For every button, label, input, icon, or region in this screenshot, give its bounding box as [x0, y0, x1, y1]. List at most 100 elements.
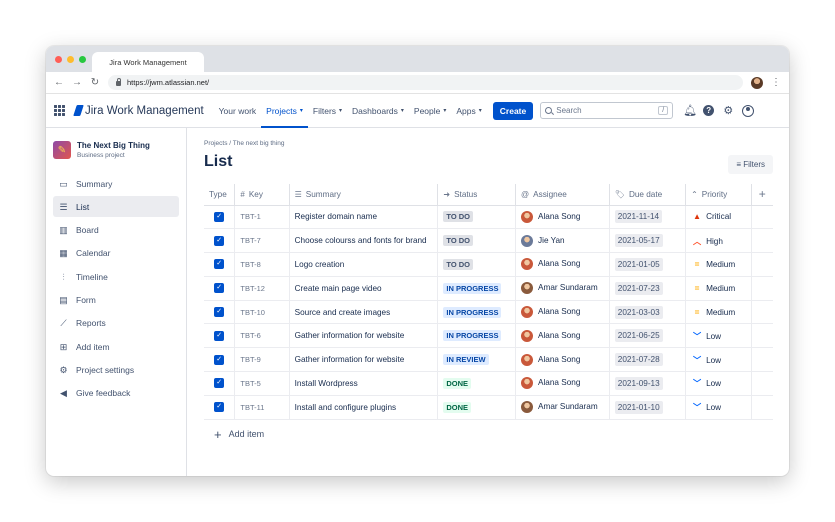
sidebar-item-add-item[interactable]: ⊞ Add item [53, 336, 179, 357]
create-button[interactable]: Create [492, 101, 534, 120]
issue-summary[interactable]: Create main page video [295, 284, 382, 293]
table-row[interactable]: ✓ TBT-5 Install Wordpress DONE Alana Song 202… [204, 371, 773, 396]
due-date[interactable]: 2021-09-13 [614, 376, 663, 390]
summary-cell[interactable]: Source and create images [289, 300, 439, 325]
nav-people[interactable]: People ▾ [409, 94, 451, 128]
priority-cell[interactable]: = Medium [685, 276, 752, 301]
due-date[interactable]: 2021-11-14 [614, 210, 663, 224]
due-date-cell[interactable]: 2021-09-13 [609, 371, 687, 396]
issue-key[interactable]: TBT-11 [240, 403, 264, 412]
assignee-cell[interactable]: Alana Song [515, 252, 610, 277]
due-date-cell[interactable]: 2021-06-25 [609, 323, 687, 349]
assignee-cell[interactable]: Amar Sundaram [515, 395, 610, 420]
user-profile-icon[interactable] [742, 104, 755, 117]
issue-summary[interactable]: Source and create images [295, 308, 391, 317]
status-cell[interactable]: IN PROGRESS [437, 276, 517, 301]
issue-summary[interactable]: Gather information for website [295, 331, 405, 340]
summary-cell[interactable]: Choose colourss and fonts for brand [289, 228, 439, 254]
issue-key[interactable]: TBT-1 [240, 212, 260, 221]
priority-cell[interactable]: = Medium [685, 300, 752, 325]
status-lozenge[interactable]: TO DO [443, 211, 474, 223]
sidebar-item-board[interactable]: ▥ Board [53, 220, 179, 241]
summary-cell[interactable]: Install Wordpress [289, 371, 439, 396]
browser-profile-avatar[interactable] [751, 76, 763, 89]
sidebar-item-timeline[interactable]: ⫶ Timeline [53, 266, 179, 287]
nav-your-work[interactable]: Your work [214, 94, 261, 128]
nav-dashboards[interactable]: Dashboards ▾ [347, 94, 409, 128]
status-cell[interactable]: TO DO [437, 205, 517, 230]
key-cell[interactable]: TBT-8 [234, 252, 290, 277]
priority-cell[interactable]: = Medium [685, 252, 752, 277]
due-date[interactable]: 2021-07-23 [614, 281, 663, 295]
status-lozenge[interactable]: IN PROGRESS [443, 306, 502, 318]
column-header-status[interactable]: ➜ Status [437, 184, 517, 206]
summary-cell[interactable]: Register domain name [289, 205, 439, 230]
table-row[interactable]: ✓ TBT-8 Logo creation TO DO Alana Song 2021-0… [204, 252, 773, 277]
assignee-cell[interactable]: Alana Song [515, 205, 610, 230]
key-cell[interactable]: TBT-12 [234, 276, 290, 301]
browser-tab[interactable]: Jira Work Management [92, 52, 204, 72]
priority-cell[interactable]: ﹀ Low [685, 347, 752, 373]
summary-cell[interactable]: Logo creation [289, 252, 439, 277]
status-cell[interactable]: IN PROGRESS [437, 300, 517, 325]
due-date-cell[interactable]: 2021-07-28 [609, 347, 687, 373]
nav-projects[interactable]: Projects ▾ [261, 94, 308, 128]
priority-cell[interactable]: ﹀ Low [685, 395, 752, 420]
due-date[interactable]: 2021-05-17 [614, 234, 663, 248]
project-header[interactable]: ✎ The Next Big Thing Business project [53, 141, 179, 159]
key-cell[interactable]: TBT-6 [234, 323, 290, 349]
breadcrumb[interactable]: Projects / The next big thing [204, 140, 773, 147]
maximize-window-button[interactable] [79, 56, 86, 63]
sidebar-item-form[interactable]: ▤ Form [53, 289, 179, 310]
issue-summary[interactable]: Install Wordpress [295, 379, 358, 388]
close-window-button[interactable] [55, 56, 62, 63]
assignee-cell[interactable]: Alana Song [515, 323, 610, 349]
due-date[interactable]: 2021-01-10 [614, 400, 663, 414]
status-cell[interactable]: IN REVIEW [437, 347, 517, 373]
key-cell[interactable]: TBT-1 [234, 205, 290, 230]
sidebar-item-give-feedback[interactable]: ◀ Give feedback [53, 383, 179, 404]
column-header-key[interactable]: # Key [234, 184, 290, 206]
issue-key[interactable]: TBT-5 [240, 379, 260, 388]
sidebar-item-list[interactable]: ☰ List [53, 196, 179, 218]
table-row[interactable]: ✓ TBT-11 Install and configure plugins DONE… [204, 395, 773, 420]
status-lozenge[interactable]: TO DO [443, 235, 474, 247]
issue-key[interactable]: TBT-10 [240, 308, 265, 317]
notifications-bell-icon[interactable]: 🔔︎ [683, 105, 697, 117]
due-date-cell[interactable]: 2021-01-10 [609, 395, 687, 420]
summary-cell[interactable]: Gather information for website [289, 323, 439, 349]
priority-cell[interactable]: ﹀ Low [685, 323, 752, 349]
due-date-cell[interactable]: 2021-11-14 [609, 205, 687, 230]
summary-cell[interactable]: Create main page video [289, 276, 439, 301]
due-date-cell[interactable]: 2021-01-05 [609, 252, 687, 277]
assignee-cell[interactable]: Alana Song [515, 300, 610, 325]
issue-summary[interactable]: Logo creation [295, 260, 345, 269]
status-lozenge[interactable]: IN PROGRESS [443, 282, 502, 294]
status-cell[interactable]: TO DO [437, 252, 517, 277]
key-cell[interactable]: TBT-5 [234, 371, 290, 396]
due-date-cell[interactable]: 2021-07-23 [609, 276, 687, 301]
sidebar-item-summary[interactable]: ▭ Summary [53, 173, 179, 194]
table-row[interactable]: ✓ TBT-10 Source and create images IN PROGRE… [204, 300, 773, 325]
nav-filters[interactable]: Filters ▾ [308, 94, 347, 128]
assignee-cell[interactable]: Alana Song [515, 347, 610, 373]
status-cell[interactable]: DONE [437, 371, 517, 396]
forward-arrow-icon[interactable]: → [72, 77, 82, 88]
key-cell[interactable]: TBT-10 [234, 300, 290, 325]
assignee-cell[interactable]: Alana Song [515, 371, 610, 396]
key-cell[interactable]: TBT-9 [234, 347, 290, 373]
due-date[interactable]: 2021-03-03 [614, 305, 663, 319]
issue-summary[interactable]: Gather information for website [295, 355, 405, 364]
due-date-cell[interactable]: 2021-05-17 [609, 228, 687, 254]
url-field[interactable]: https://jwm.atlassian.net/ [108, 75, 743, 90]
issue-summary[interactable]: Install and configure plugins [295, 403, 397, 412]
add-item-row[interactable]: + Add item [214, 427, 773, 442]
summary-cell[interactable]: Gather information for website [289, 347, 439, 373]
status-cell[interactable]: DONE [437, 395, 517, 420]
status-lozenge[interactable]: DONE [443, 401, 472, 413]
add-column-button[interactable]: + [751, 184, 773, 206]
issue-key[interactable]: TBT-12 [240, 284, 265, 293]
help-icon[interactable]: ? [703, 105, 715, 116]
sidebar-item-project-settings[interactable]: ⚙ Project settings [53, 359, 179, 380]
status-lozenge[interactable]: TO DO [443, 258, 474, 270]
